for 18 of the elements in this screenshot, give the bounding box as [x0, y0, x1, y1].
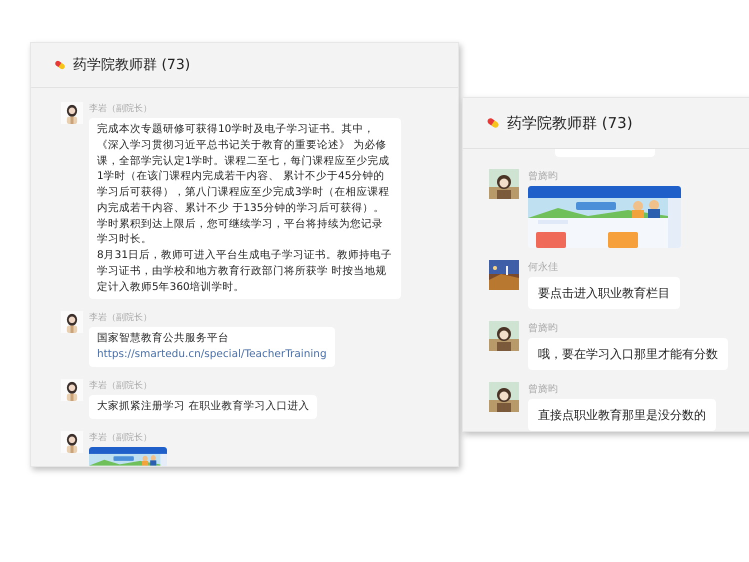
link[interactable]: https://smartedu.cn/special/TeacherTraining — [97, 347, 327, 363]
sender-name: 李岩（副院长） — [89, 380, 152, 392]
message-bubble: 国家智慧教育公共服务平台 https://smartedu.cn/special/TeacherTraining — [89, 327, 335, 367]
message-bubble: 哦，要在学习入口那里才能有分数 — [528, 338, 728, 370]
window-title: 药学院教师群 (73) — [73, 56, 190, 74]
sender-name: 曾旖昀 — [528, 322, 558, 335]
sender-name: 何永佳 — [528, 260, 558, 274]
message-bubble: 大家抓紧注册学习 在职业教育学习入口进入 — [89, 394, 318, 418]
message-bubble: 直接点职业教育那里是没分数的 — [528, 399, 716, 431]
sender-name: 曾旖昀 — [528, 170, 558, 183]
window-title: 药学院教师群 (73) — [507, 114, 633, 132]
sender-name: 李岩（副院长） — [89, 102, 152, 115]
message-bubble: 要点击进入职业教育栏目 — [528, 277, 680, 309]
sender-name: 李岩（副院长） — [89, 312, 152, 324]
capsule-icon — [53, 58, 67, 72]
sender-name: 曾旖昀 — [528, 382, 558, 396]
sender-name: 李岩（副院长） — [89, 432, 152, 444]
message-bubble: 完成本次专题研修可获得10学时及电子学习证书。其中，《深入学习贯彻习近平总书记关于教育的重要论述》 为必修课，全部学完认定1学时。课程二至七，每门课程应至少完成1学时（在该门课程内完成若干内容、 累计不少于45分钟的学习后可获得），第八门课程应至少完成3学时（在相应课程内完成若干内容、累计不少 于135分钟的学习后可获得）。学时累积到达上限后，您可继续学习，平台将持续为您记录学习时长。 8月31日后，教师可进入平台生成电子学习证书。教师持电子学习证书，由学校和地方教育行政部门将所获学 时按当地规定计入教师5年360培训学时。 — [89, 118, 401, 300]
